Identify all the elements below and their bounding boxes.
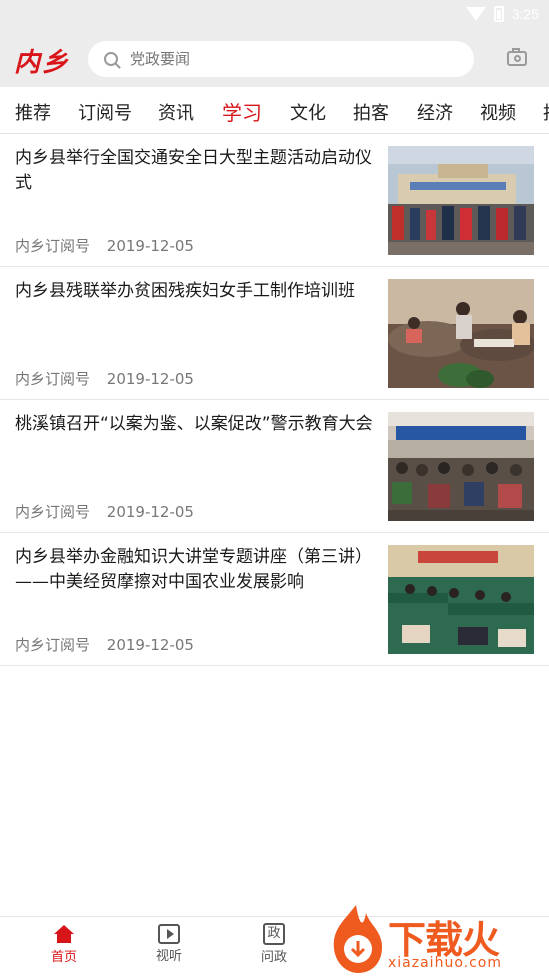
tab-culture[interactable]: 文化 [290, 99, 326, 125]
nav-media-label: 视听 [155, 949, 182, 964]
search-bar[interactable] [88, 41, 474, 77]
article-title: 内乡县举办金融知识大讲堂专题讲座（第三讲）——中美经贸摩擦对中国农业发展影响 [15, 547, 372, 592]
article-source: 内乡订阅号 [15, 370, 91, 388]
category-tabs: 推荐 订阅号 资讯 学习 文化 拍客 经济 视频 拍 [0, 87, 549, 134]
status-bar: 3:25 [0, 0, 549, 32]
article-thumbnail [388, 146, 534, 255]
watermark-domain: xiazaihuo.com [388, 955, 502, 971]
article-source: 内乡订阅号 [15, 503, 91, 521]
home-icon [53, 923, 75, 945]
tab-video[interactable]: 视频 [480, 99, 516, 125]
tab-recommend[interactable]: 推荐 [15, 99, 51, 125]
article-title: 内乡县残联举办贫困残疾妇女手工制作培训班 [15, 281, 355, 301]
gov-icon: 政 [263, 923, 285, 945]
article-date: 2019-12-05 [106, 370, 194, 388]
article-list: 内乡县举行全国交通安全日大型主题活动启动仪式 内乡订阅号 2019-12-05 [0, 134, 549, 666]
article-item[interactable]: 桃溪镇召开“以案为鉴、以案促改”警示教育大会 内乡订阅号 2019-12-05 [0, 400, 549, 533]
article-source: 内乡订阅号 [15, 636, 91, 654]
nav-home[interactable]: 首页 [39, 923, 89, 965]
article-meta: 内乡订阅号 2019-12-05 [15, 235, 206, 256]
watermark: 下载火 xiazaihuo.com [326, 903, 546, 976]
article-thumbnail [388, 545, 534, 654]
tab-news[interactable]: 资讯 [158, 99, 194, 125]
article-item[interactable]: 内乡县残联举办贫困残疾妇女手工制作培训班 内乡订阅号 2019-12-05 [0, 267, 549, 400]
nav-gov-label: 问政 [260, 950, 287, 965]
article-date: 2019-12-05 [106, 237, 194, 255]
tab-subscriptions[interactable]: 订阅号 [78, 99, 132, 125]
article-meta: 内乡订阅号 2019-12-05 [15, 634, 206, 655]
wifi-icon [465, 7, 486, 21]
camera-icon[interactable] [507, 48, 527, 66]
tab-partial[interactable]: 拍 [543, 99, 549, 125]
search-icon [104, 52, 118, 66]
app-logo: 内乡 [14, 48, 71, 78]
article-date: 2019-12-05 [106, 503, 194, 521]
article-source: 内乡订阅号 [15, 237, 91, 255]
article-thumbnail [388, 279, 534, 388]
tv-icon [158, 924, 180, 944]
article-meta: 内乡订阅号 2019-12-05 [15, 501, 206, 522]
tab-photographers[interactable]: 拍客 [353, 99, 389, 125]
article-title: 内乡县举行全国交通安全日大型主题活动启动仪式 [15, 148, 372, 193]
nav-home-label: 首页 [50, 950, 77, 965]
article-thumbnail [388, 412, 534, 521]
article-item[interactable]: 内乡县举行全国交通安全日大型主题活动启动仪式 内乡订阅号 2019-12-05 [0, 134, 549, 267]
battery-icon [493, 6, 504, 22]
nav-media[interactable]: 视听 [144, 923, 194, 964]
search-input[interactable] [128, 49, 432, 69]
article-meta: 内乡订阅号 2019-12-05 [15, 368, 206, 389]
article-date: 2019-12-05 [106, 636, 194, 654]
tab-economy[interactable]: 经济 [417, 99, 453, 125]
flame-logo-icon [333, 905, 382, 973]
nav-gov[interactable]: 政 问政 [249, 923, 299, 965]
status-time: 3:25 [511, 6, 539, 22]
article-item[interactable]: 内乡县举办金融知识大讲堂专题讲座（第三讲）——中美经贸摩擦对中国农业发展影响 内… [0, 533, 549, 666]
article-title: 桃溪镇召开“以案为鉴、以案促改”警示教育大会 [15, 414, 373, 434]
app-header: 内乡 [0, 32, 549, 87]
tab-study[interactable]: 学习 [222, 97, 262, 126]
